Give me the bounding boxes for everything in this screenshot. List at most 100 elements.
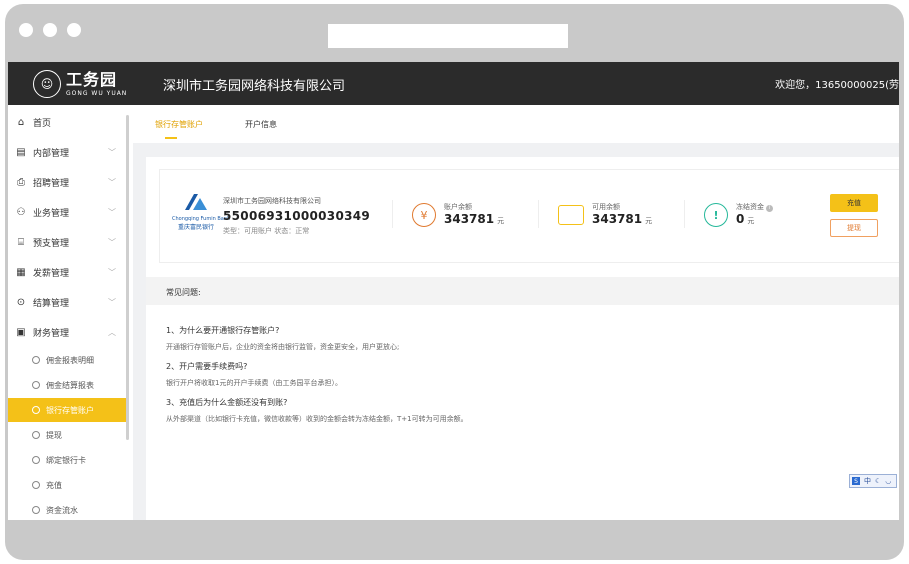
circle-icon [32,356,40,364]
faq-title: 常见问题: [166,288,201,297]
sidebar-subitem-label: 佣金结算报表 [46,380,94,390]
faq-answer: 从外部渠道（比如银行卡充值，微信收款等）收到的金额会转为冻结金额，T+1可转为可… [166,415,468,423]
tab-bank-account[interactable]: 银行存管账户 [155,119,203,130]
sidebar-subitem-withdraw[interactable]: 提现 [8,423,126,447]
browser-frame: ☺ 工务园 GONG WU YUAN 深圳市工务园网络科技有限公司 欢迎您，13… [5,4,904,560]
faq-header: 常见问题: [146,277,899,305]
balance-unit: 元 [497,217,505,225]
divider [392,200,393,228]
stat-frozen: ! 冻结资金 i 0元 [704,202,774,228]
window-close-dot[interactable] [19,23,33,37]
available-value: 343781 [592,212,643,226]
account-card: Chongqing Fumin Bank 重庆富民银行 深圳市工务园网络科技有限… [146,157,899,520]
sidebar-item-internal[interactable]: ▤ 内部管理 ﹀ [8,137,126,167]
faq-list: 1、为什么要开通银行存管账户? 开通银行存管账户后，企业的资金将由银行监管，资金… [166,325,866,433]
bank-logo-icon [185,194,207,210]
sidebar-subitem-label: 资金流水 [46,505,78,515]
chevron-down-icon: ﹀ [108,147,116,157]
sidebar-item-label: 结算管理 [33,298,70,309]
logo-en-text: GONG WU YUAN [66,89,128,97]
sidebar-subitem-commission-settlement[interactable]: 佣金结算报表 [8,373,126,397]
faq-question: 3、充值后为什么金额还没有到账? [166,398,288,407]
recharge-button[interactable]: 充值 [830,194,878,212]
address-bar[interactable] [328,24,568,48]
target-icon: ⊙ [16,296,26,308]
calendar-icon: ▦ [16,266,26,278]
bank-name-cn: 重庆富民银行 [177,224,214,231]
circle-icon [32,506,40,514]
sidebar-item-payroll[interactable]: ▦ 发薪管理 ﹀ [8,257,126,287]
sidebar-item-business[interactable]: ⚇ 业务管理 ﹀ [8,197,126,227]
balance-value: 343781 [444,212,495,226]
faq-question: 1、为什么要开通银行存管账户? [166,326,280,335]
welcome-user[interactable]: 欢迎您，13650000025(劳 [775,76,899,91]
chevron-down-icon: ﹀ [108,297,116,307]
available-label: 可用余额 [592,203,620,211]
company-name: 深圳市工务园网络科技有限公司 [163,79,346,94]
divider [538,200,539,228]
finance-icon: ▣ [16,326,26,338]
moon-icon[interactable]: ☾ [875,477,881,485]
bank-logo: Chongqing Fumin Bank 重庆富民银行 [172,192,230,231]
logo[interactable]: ☺ 工务园 GONG WU YUAN [33,70,127,98]
balance-label: 账户余额 [444,203,472,211]
chevron-down-icon: ﹀ [108,177,116,187]
logo-mark-icon: ☺ [33,70,61,98]
sidebar-subitem-bank-account[interactable]: 银行存管账户 [8,398,126,422]
home-icon: ⌂ [17,116,25,128]
account-company: 深圳市工务园网络科技有限公司 [223,197,321,205]
sidebar-item-label: 财务管理 [33,328,70,339]
sidebar-item-label: 内部管理 [33,148,70,159]
printer-icon: ⎙ [17,176,25,188]
window-maximize-dot[interactable] [67,23,81,37]
sidebar-scrollbar[interactable] [126,115,129,440]
circle-icon [32,381,40,389]
frozen-label: 冻结资金 [736,203,764,211]
ime-mode[interactable]: 中 [864,476,871,486]
stat-balance: ¥ 账户余额 343781 元 [412,202,504,228]
sidebar-subitem-label: 银行存管账户 [46,405,94,415]
sidebar-subitem-label: 绑定银行卡 [46,455,86,465]
sidebar-subitem-recharge[interactable]: 充值 [8,473,126,497]
stat-available: 可用余额 343781 元 [558,202,652,228]
sidebar-item-label: 预支管理 [33,238,70,249]
account-info: 深圳市工务园网络科技有限公司 55006931000030349 类型：可用账户… [223,196,370,236]
sidebar-subitem-fund-flow[interactable]: 资金流水 [8,498,126,520]
sidebar-item-label: 招聘管理 [33,178,70,189]
frozen-unit: 元 [747,217,755,225]
alert-icon: ! [704,203,728,227]
circle-icon [32,406,40,414]
main-content: 银行存管账户 开户信息 Chongqing Fumin Bank 重庆富民银行 [133,105,899,520]
window-controls [19,23,81,37]
available-unit: 元 [645,217,653,225]
sidebar-subitem-bind-card[interactable]: 绑定银行卡 [8,448,126,472]
top-bar: ☺ 工务园 GONG WU YUAN 深圳市工务园网络科技有限公司 欢迎您，13… [8,62,899,105]
frozen-value: 0 [736,212,745,226]
ime-logo-icon: S [852,477,860,485]
sidebar-item-recruit[interactable]: ⎙ 招聘管理 ﹀ [8,167,126,197]
sidebar-item-advance[interactable]: ⌸ 预支管理 ﹀ [8,227,126,257]
tab-account-info[interactable]: 开户信息 [245,119,277,130]
chevron-down-icon: ﹀ [108,207,116,217]
logo-cn-text: 工务园 [66,69,118,89]
sidebar-item-home[interactable]: ⌂ 首页 [8,107,126,137]
circle-icon [32,431,40,439]
sidebar-item-label: 业务管理 [33,208,70,219]
sidebar-item-finance[interactable]: ▣ 财务管理 ︿ [8,317,126,347]
window-minimize-dot[interactable] [43,23,57,37]
chevron-up-icon: ︿ [108,327,116,337]
faq-answer: 开通银行存管账户后，企业的资金将由银行监管，资金更安全，用户更放心; [166,343,400,351]
bank-icon: ⌸ [18,236,24,248]
sidebar: ⌂ 首页 ▤ 内部管理 ﹀ ⎙ 招聘管理 ﹀ ⚇ 业务管理 ﹀ ⌸ 预支管理 ﹀ [8,105,133,520]
chevron-down-icon: ﹀ [108,267,116,277]
info-icon[interactable]: i [766,205,774,212]
sidebar-item-label: 发薪管理 [33,268,70,279]
sidebar-subitem-commission-detail[interactable]: 佣金报表明细 [8,348,126,372]
sidebar-item-settlement[interactable]: ⊙ 结算管理 ﹀ [8,287,126,317]
app-screen: ☺ 工务园 GONG WU YUAN 深圳市工务园网络科技有限公司 欢迎您，13… [8,62,899,520]
sidebar-subitem-label: 佣金报表明细 [46,355,94,365]
punctuation-icon[interactable]: ◡ [885,477,891,485]
withdraw-button[interactable]: 提现 [830,219,878,237]
chevron-down-icon: ﹀ [108,237,116,247]
ime-toolbar[interactable]: S 中 ☾ ◡ [849,474,897,488]
